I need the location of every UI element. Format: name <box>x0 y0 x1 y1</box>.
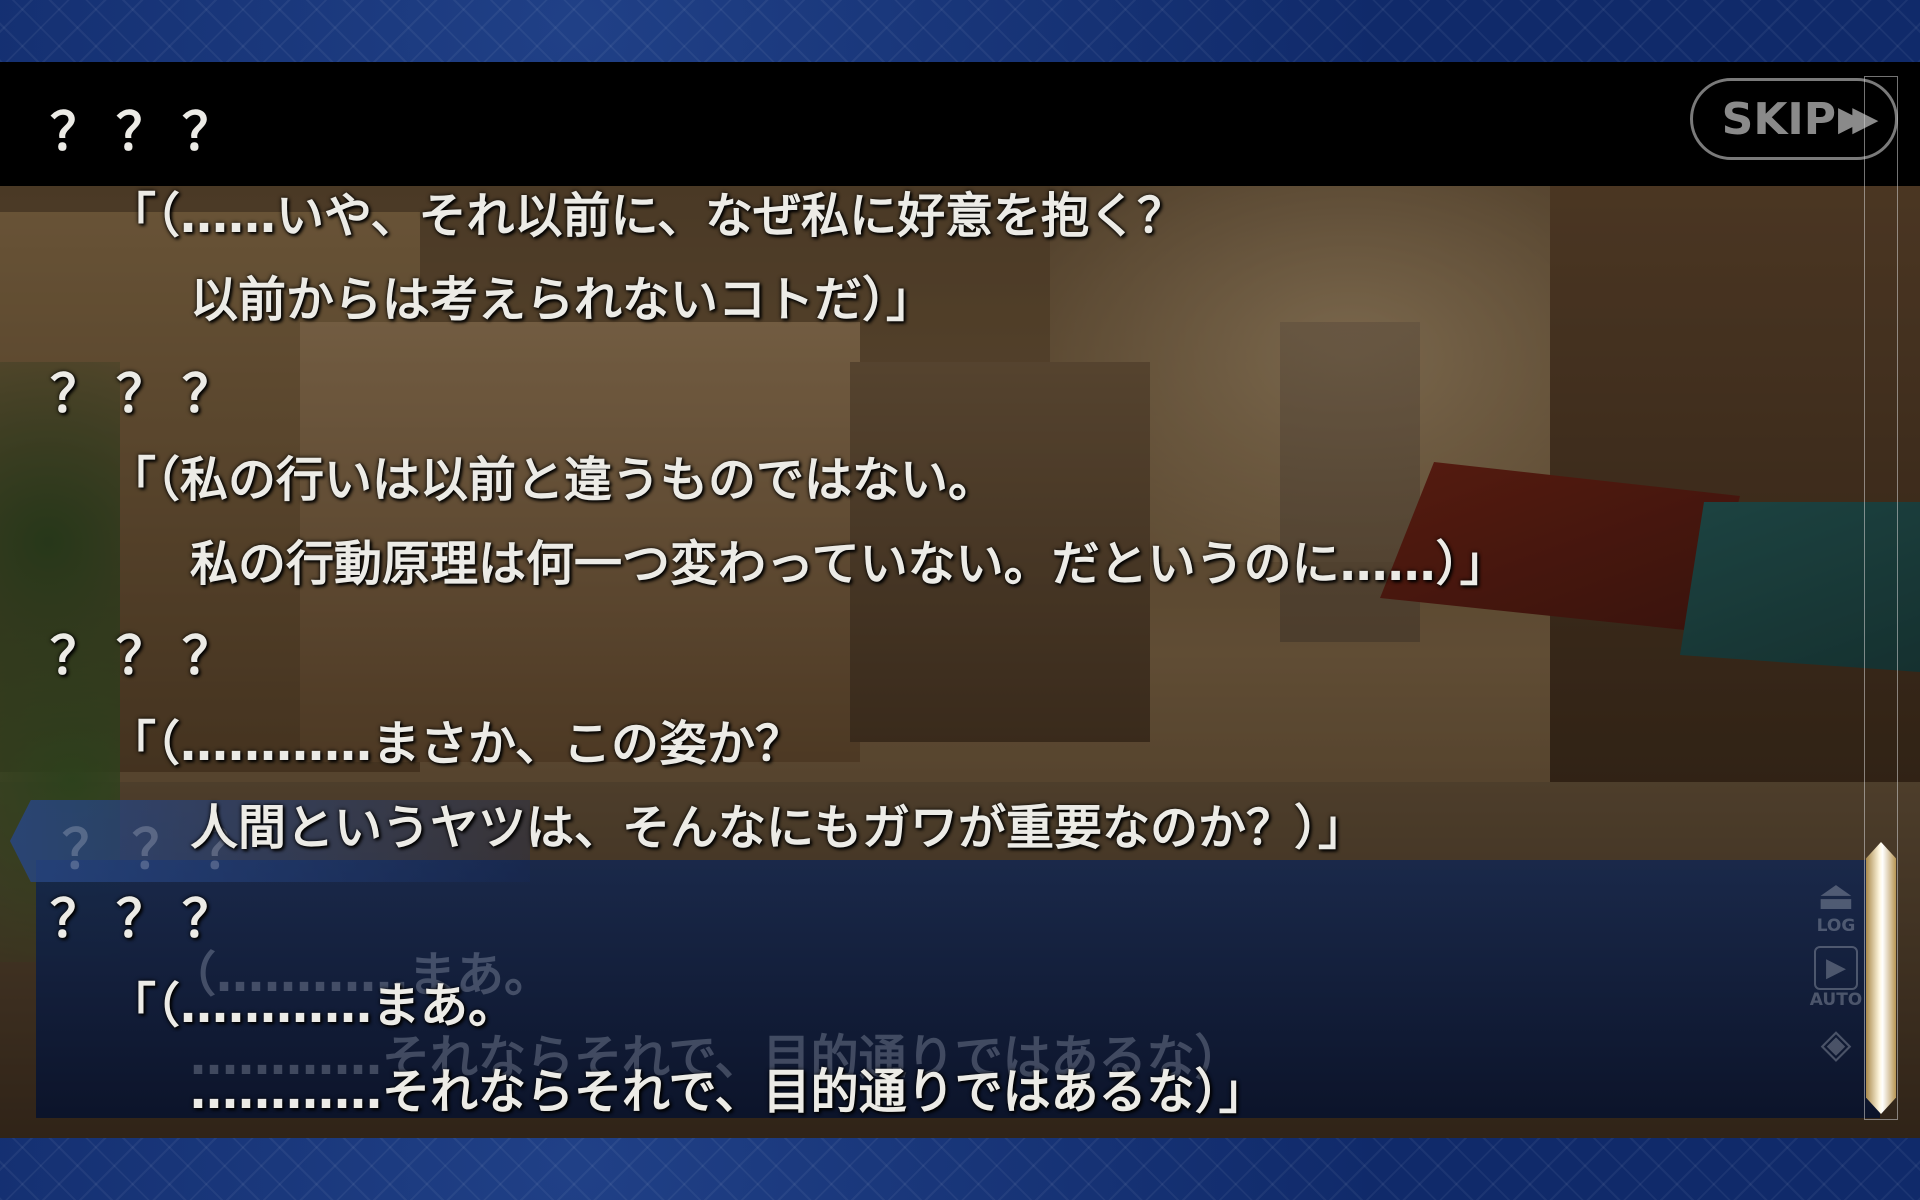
log-label: LOG <box>1816 916 1856 936</box>
dialog-line: 「（…………まあ。 <box>108 978 517 1034</box>
speaker-name: ？？？ <box>50 890 249 950</box>
backlog[interactable]: ？？？ 「（……いや、それ以前に、なぜ私に好意を抱く？ 以前からは考えられないコ… <box>0 62 1880 1138</box>
bottom-frame-border <box>0 1138 1920 1200</box>
menu-button[interactable]: ◈ <box>1812 1024 1860 1064</box>
dialog-line: 「（私の行いは以前と違うものではない。 <box>108 452 997 508</box>
speaker-name: ？？？ <box>50 103 249 163</box>
speaker-name: ？？？ <box>50 365 249 425</box>
auto-label: AUTO <box>1809 990 1863 1010</box>
log-button[interactable]: ⏏ LOG <box>1812 876 1860 936</box>
dialog-line: 「（…………まさか、この姿か？ <box>108 716 804 772</box>
dialog-line: 人間というヤツは、そんなにもガワが重要なのか？）」 <box>190 800 1367 856</box>
diamond-icon: ◈ <box>1820 1021 1852 1067</box>
eject-icon: ⏏ <box>1817 873 1855 919</box>
skip-label: SKIP <box>1721 93 1837 145</box>
dialog-line: 「（……いや、それ以前に、なぜ私に好意を抱く？ <box>108 188 1186 244</box>
top-frame-border <box>0 0 1920 62</box>
fast-forward-icon: ▶▶ <box>1838 99 1878 139</box>
dialog-line: …………それならそれで、目的通りではあるな）」 <box>190 1064 1267 1120</box>
dialog-line: 私の行動原理は何一つ変わっていない。だというのに……）」 <box>190 536 1508 592</box>
auto-button[interactable]: ▶ AUTO <box>1809 946 1863 1010</box>
speaker-name: ？？？ <box>50 627 249 687</box>
scrollbar-thumb[interactable] <box>1866 842 1896 1114</box>
play-icon: ▶ <box>1814 946 1858 990</box>
dialog-line: 以前からは考えられないコトだ）」 <box>190 272 935 328</box>
